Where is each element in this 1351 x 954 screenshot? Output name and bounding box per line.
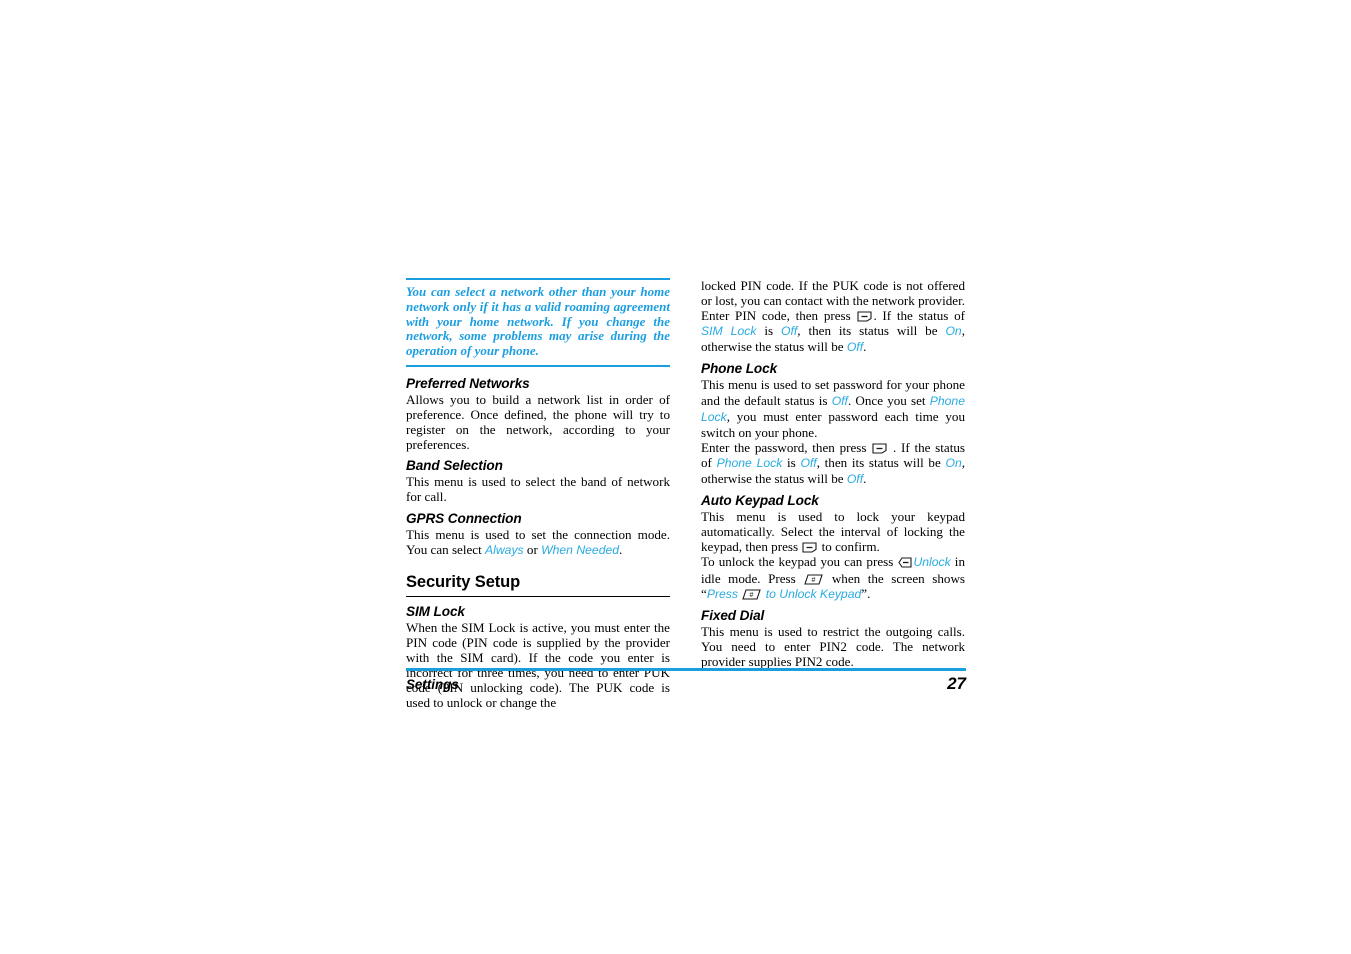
softkey-left-icon (898, 557, 913, 568)
term-phonelock-off-2: Off (800, 455, 817, 470)
footer-section-label: Settings (406, 677, 459, 693)
heading-band-selection: Band Selection (406, 458, 503, 474)
simlock-seg4: , then its status will be (797, 323, 946, 339)
phonelock-p2-seg4: , then its status will be (816, 454, 946, 470)
document-page: You can select a network other than your… (406, 278, 966, 710)
heading-gprs-connection: GPRS Connection (406, 510, 522, 526)
akl-p1-seg2: to confirm. (818, 539, 880, 555)
simlock-seg1: Enter PIN code, then press (701, 308, 857, 324)
phonelock-p1-seg2: . Once you set (847, 392, 930, 408)
term-phone-lock-2: Phone Lock (716, 455, 783, 470)
term-when-needed: When Needed (541, 542, 620, 557)
phonelock-p2-seg6: . (863, 471, 867, 487)
paragraph-preferred-networks: Allows you to build a network list in or… (406, 391, 670, 453)
heading-security-setup: Security Setup (406, 573, 670, 597)
term-sim-lock: SIM Lock (701, 324, 757, 339)
paragraph-sim-lock-continued: locked PIN code. If the PUK code is not … (701, 278, 965, 309)
term-on: On (945, 324, 962, 339)
paragraph-fixed-dial: This menu is used to restrict the outgoi… (701, 623, 965, 669)
softkey-dash-icon (802, 542, 817, 553)
akl-p2-seg4: ”. (861, 585, 871, 601)
term-press: Press (706, 586, 742, 601)
simlock-seg2: . If the status of (873, 308, 965, 324)
heading-preferred-networks: Preferred Networks (406, 375, 530, 391)
term-phonelock-off-1: Off (831, 393, 848, 408)
left-column: You can select a network other than your… (406, 278, 670, 710)
term-phonelock-on: On (945, 455, 962, 470)
heading-fixed-dial: Fixed Dial (701, 607, 765, 623)
term-off-1: Off (781, 324, 798, 339)
term-unlock: Unlock (913, 555, 951, 570)
paragraph-sim-lock: When the SIM Lock is active, you must en… (406, 619, 670, 711)
simlock-seg3: is (756, 323, 781, 339)
heading-auto-keypad-lock: Auto Keypad Lock (701, 493, 819, 509)
paragraph-auto-keypad-lock-1: This menu is used to lock your keypad au… (701, 509, 965, 554)
page-columns: You can select a network other than your… (406, 278, 966, 710)
paragraph-phone-lock-1: This menu is used to set password for yo… (701, 377, 965, 439)
softkey-dash-icon (872, 443, 887, 454)
phonelock-p2-seg3: is (782, 454, 801, 470)
simlock-seg6: . (863, 339, 867, 355)
gprs-text-after: . (619, 541, 623, 557)
svg-text:#: # (812, 577, 816, 584)
paragraph-auto-keypad-lock-2: To unlock the keypad you can press Unloc… (701, 554, 965, 601)
page-footer: Settings 27 (406, 668, 966, 694)
gprs-text-mid: or (523, 541, 542, 557)
heading-sim-lock: SIM Lock (406, 603, 465, 619)
term-off-2: Off (846, 340, 864, 355)
phonelock-p1-seg3: , you must enter password each time you … (701, 408, 965, 440)
note-block: You can select a network other than your… (406, 278, 670, 367)
akl-p2-seg1: To unlock the keypad you can press (701, 554, 898, 570)
hash-key-icon: # (742, 589, 762, 600)
footer-page-number: 27 (947, 674, 966, 694)
svg-text:#: # (750, 592, 754, 599)
paragraph-gprs-connection: This menu is used to set the connection … (406, 527, 670, 558)
term-to-unlock-keypad: to Unlock Keypad (762, 586, 862, 601)
softkey-dash-icon (857, 311, 872, 322)
paragraph-phone-lock-2: Enter the password, then press . If the … (701, 440, 965, 487)
hash-key-icon: # (804, 573, 824, 585)
term-always: Always (485, 542, 524, 557)
paragraph-band-selection: This menu is used to select the band of … (406, 474, 670, 505)
heading-phone-lock: Phone Lock (701, 361, 778, 377)
right-column: locked PIN code. If the PUK code is not … (701, 278, 965, 669)
footer-row: Settings 27 (406, 671, 966, 694)
term-phonelock-off-3: Off (846, 472, 864, 487)
phonelock-p2-seg1: Enter the password, then press (701, 439, 872, 455)
note-text: You can select a network other than your… (406, 284, 670, 359)
paragraph-sim-lock-status: Enter PIN code, then press . If the stat… (701, 308, 965, 355)
